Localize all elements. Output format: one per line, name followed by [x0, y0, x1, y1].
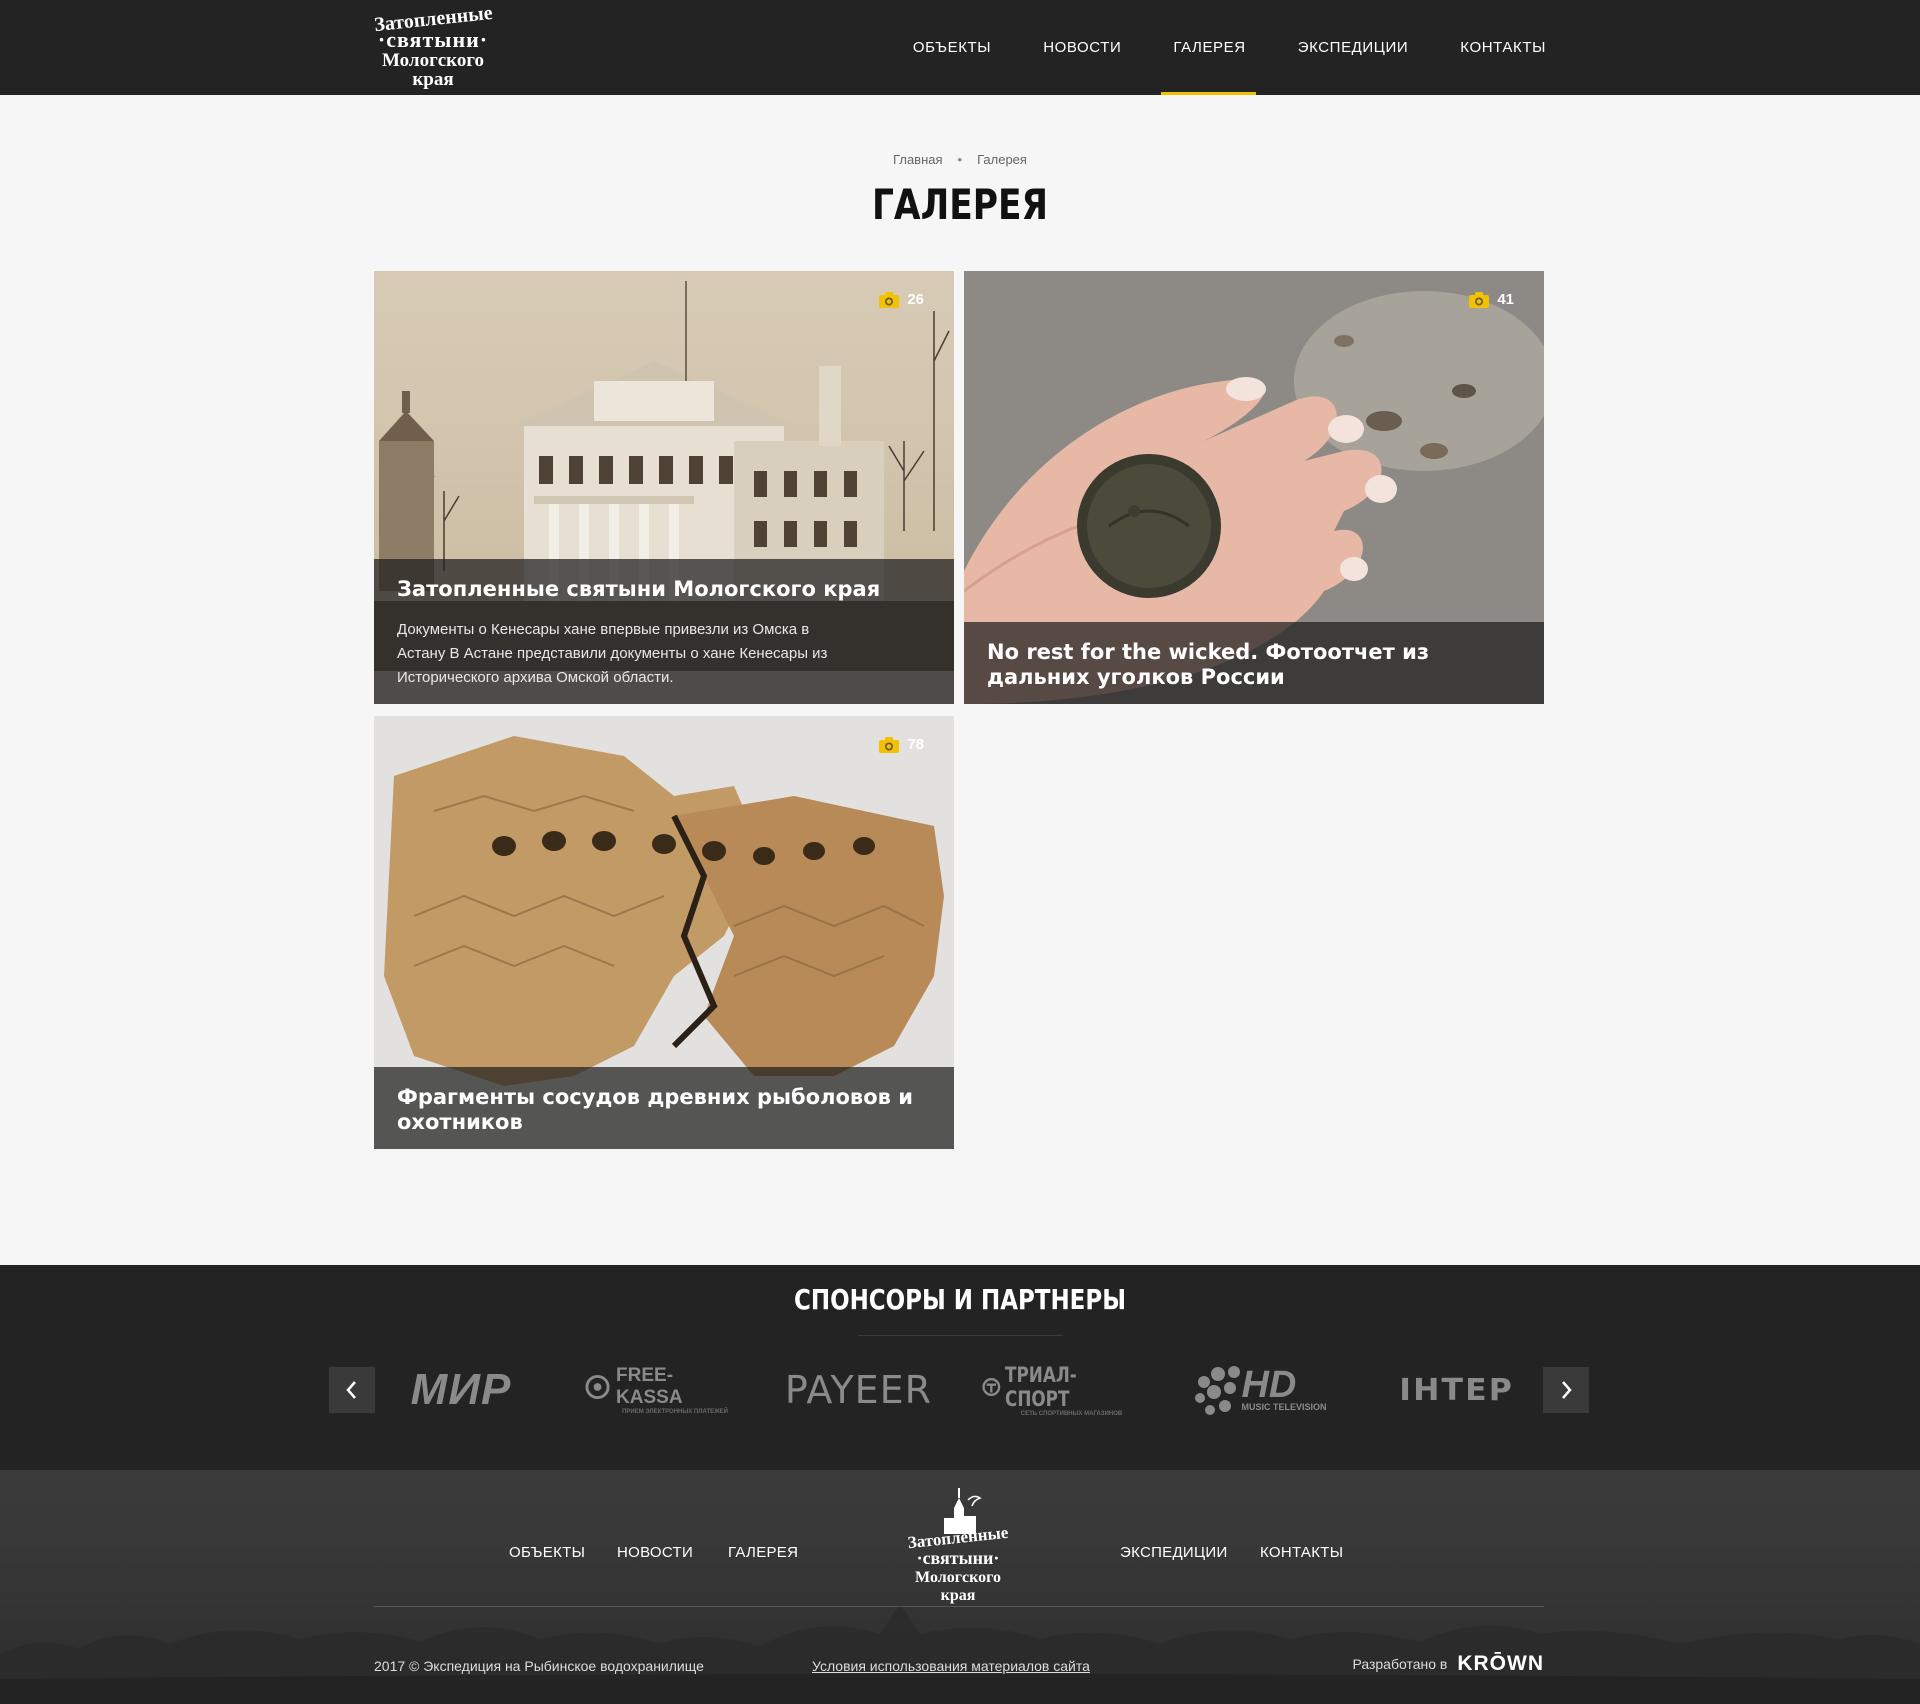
- sponsor-hd-sub: MUSIC TELEVISION: [1241, 1402, 1327, 1412]
- photo-count: 26: [879, 291, 924, 308]
- sponsors-title: СПОНСОРЫ И ПАРТНЕРЫ: [794, 1283, 1126, 1316]
- page-title: ГАЛЕРЕЯ: [871, 180, 1049, 229]
- trial-sport-icon: [982, 1378, 1001, 1396]
- sponsor-freekassa-label: FREE-KASSA: [616, 1365, 683, 1408]
- gallery-card[interactable]: 41 No rest for the wicked. Фотоотчет из …: [964, 271, 1544, 704]
- site-logo[interactable]: Затопленные ·святыни· Мологского края: [370, 2, 496, 90]
- nav-contacts[interactable]: КОНТАКТЫ: [1460, 0, 1546, 95]
- nav-expeditions[interactable]: ЭКСПЕДИЦИИ: [1298, 0, 1409, 95]
- footer-nav-contacts[interactable]: КОНТАКТЫ: [1260, 1544, 1343, 1561]
- nav-gallery[interactable]: ГАЛЕРЕЯ: [1161, 0, 1257, 95]
- photo-count-value: 41: [1497, 291, 1514, 308]
- footer-nav-objects[interactable]: ОБЪЕКТЫ: [509, 1544, 585, 1561]
- site-footer: ОБЪЕКТЫ НОВОСТИ ГАЛЕРЕЯ Затопленные ·свя…: [0, 1470, 1920, 1704]
- nav-news[interactable]: НОВОСТИ: [1043, 0, 1121, 95]
- breadcrumb-separator: •: [957, 152, 963, 167]
- photo-count: 41: [1469, 291, 1514, 308]
- sponsors-divider: [858, 1335, 1063, 1336]
- breadcrumb-home[interactable]: Главная: [893, 152, 942, 167]
- site-header: Затопленные ·святыни· Мологского края ОБ…: [0, 0, 1920, 95]
- card-title[interactable]: Затопленные святыни Мологского края: [397, 577, 930, 602]
- copyright-text: 2017 © Экспедиция на Рыбинское водохрани…: [374, 1658, 704, 1674]
- terms-link[interactable]: Условия использования материалов сайта: [812, 1658, 1090, 1674]
- main-nav: ОБЪЕКТЫ НОВОСТИ ГАЛЕРЕЯ ЭКСПЕДИЦИИ КОНТА…: [861, 0, 1546, 95]
- breadcrumb-current: Галерея: [977, 152, 1027, 167]
- sponsor-payeer-label: PAYEER: [784, 1368, 933, 1412]
- sponsor-trial-sport-logo[interactable]: ТРИАЛ-СПОРТ СЕТЬ СПОРТИВНЫХ МАГАЗИНОВ: [982, 1363, 1137, 1417]
- freekassa-icon: [585, 1374, 610, 1400]
- footer-divider: [374, 1606, 1544, 1607]
- card-caption: Затопленные святыни Мологского края Доку…: [374, 559, 954, 704]
- sponsor-mir-logo[interactable]: МИР: [396, 1365, 526, 1415]
- footer-logo[interactable]: Затопленные ·святыни· Мологского края: [906, 1480, 1010, 1604]
- chevron-left-icon: [346, 1381, 356, 1399]
- card-title[interactable]: Фрагменты сосудов древних рыболовов и ох…: [397, 1085, 930, 1135]
- sponsor-mir-label: МИР: [410, 1365, 512, 1414]
- sponsor-freekassa-sub: ПРИЕМ ЭЛЕКТРОННЫХ ПЛАТЕЖЕЙ: [622, 1409, 728, 1415]
- photo-count: 78: [879, 736, 924, 753]
- sponsor-hd-label: HD: [1241, 1364, 1297, 1406]
- footer-nav-gallery[interactable]: ГАЛЕРЕЯ: [728, 1544, 798, 1561]
- sponsor-trial-sport-sub: СЕТЬ СПОРТИВНЫХ МАГАЗИНОВ: [1020, 1411, 1123, 1417]
- sponsors-next-button[interactable]: [1543, 1367, 1589, 1413]
- logo-line-3: Мологского края: [381, 50, 484, 90]
- footer-nav-expeditions[interactable]: ЭКСПЕДИЦИИ: [1120, 1544, 1228, 1561]
- sponsor-inter-logo[interactable]: ІНТЕР: [1388, 1365, 1526, 1415]
- gallery-card[interactable]: 26 Затопленные святыни Мологского края Д…: [374, 271, 954, 704]
- developer-logo[interactable]: KRŌWN: [1457, 1652, 1544, 1676]
- sponsors-section: СПОНСОРЫ И ПАРТНЕРЫ МИР FREE-KASSA ПРИЕМ…: [0, 1265, 1920, 1470]
- photo-count-value: 26: [907, 291, 924, 308]
- sponsor-trial-sport-label: ТРИАЛ-СПОРТ: [1004, 1363, 1077, 1411]
- sponsor-inter-label: ІНТЕР: [1399, 1372, 1515, 1408]
- developer-credit: Разработано в KRŌWN: [1352, 1652, 1544, 1676]
- hd-dots-icon: [1195, 1366, 1241, 1415]
- gallery-card[interactable]: 78 Фрагменты сосудов древних рыболовов и…: [374, 716, 954, 1149]
- sponsor-freekassa-logo[interactable]: FREE-KASSA ПРИЕМ ЭЛЕКТРОННЫХ ПЛАТЕЖЕЙ: [585, 1365, 735, 1415]
- photo-count-value: 78: [907, 736, 924, 753]
- developed-by-label: Разработано в: [1352, 1656, 1448, 1672]
- chevron-right-icon: [1562, 1381, 1572, 1399]
- card-caption: Фрагменты сосудов древних рыболовов и ох…: [374, 1067, 954, 1149]
- card-title[interactable]: No rest for the wicked. Фотоотчет из дал…: [987, 640, 1520, 690]
- footer-nav-news[interactable]: НОВОСТИ: [617, 1544, 693, 1561]
- camera-icon: [879, 291, 900, 308]
- footer-logo-line-3: Мологского края: [915, 1569, 1001, 1604]
- camera-icon: [1469, 291, 1490, 308]
- card-caption: No rest for the wicked. Фотоотчет из дал…: [964, 622, 1544, 704]
- card-description: Документы о Кенесары хане впервые привез…: [397, 621, 828, 686]
- sponsors-prev-button[interactable]: [329, 1367, 375, 1413]
- nav-objects[interactable]: ОБЪЕКТЫ: [913, 0, 991, 95]
- sponsor-payeer-logo[interactable]: PAYEER: [784, 1365, 933, 1415]
- sponsor-hd-logo[interactable]: HD MUSIC TELEVISION: [1187, 1365, 1332, 1415]
- camera-icon: [879, 736, 900, 753]
- breadcrumb: Главная • Галерея: [0, 152, 1920, 167]
